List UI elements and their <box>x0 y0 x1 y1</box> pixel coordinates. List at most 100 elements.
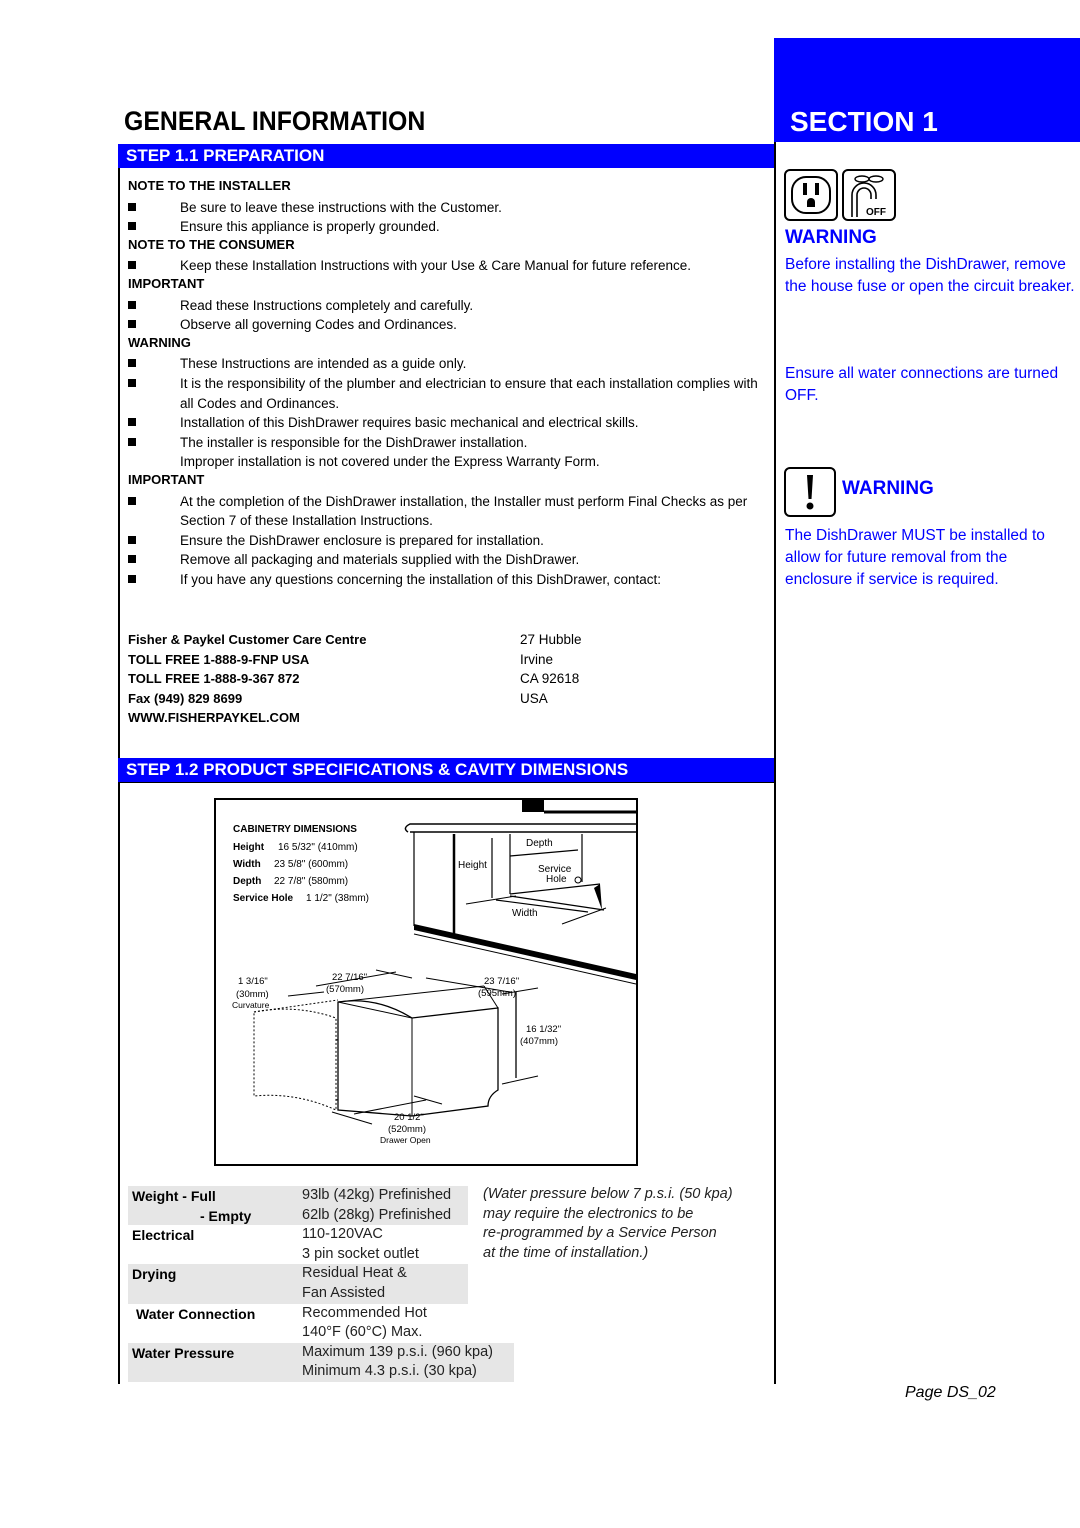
address-line: CA 92618 <box>520 671 580 687</box>
group-heading: NOTE TO THE CONSUMER <box>128 236 295 252</box>
bullet-icon <box>128 496 136 505</box>
warning-text: The DishDrawer MUST be installed to allo… <box>785 527 1045 588</box>
width-value: 23 7/16" <box>484 976 519 987</box>
bullet-icon <box>128 300 136 309</box>
bullet-icon <box>128 202 136 211</box>
warning-heading: WARNING <box>785 227 877 248</box>
open-label: Drawer Open <box>380 1135 431 1145</box>
bullet-icon <box>128 222 136 231</box>
spec-value: 62lb (28kg) Prefinished <box>302 1206 452 1223</box>
contact-block: Fisher & Paykel Customer Care Centre TOL… <box>128 630 366 728</box>
bullet-icon <box>128 359 136 368</box>
spec-row: Water Pressure Maximum 139 p.s.i. (960 kp… <box>128 1342 514 1382</box>
bullet-icon <box>128 418 136 427</box>
cab-height-label: Height <box>233 842 265 853</box>
warning-heading: WARNING <box>842 478 934 499</box>
page-title: GENERAL INFORMATION <box>124 106 426 136</box>
power-outlet-icon <box>784 169 838 221</box>
list-item: Installation of this DishDrawer requires… <box>128 413 768 433</box>
address-line: USA <box>520 690 548 706</box>
list-item-text: Improper installation is not covered und… <box>180 454 600 470</box>
curvature-label: Curvature <box>232 1000 270 1010</box>
tap-off-label: OFF <box>866 207 886 218</box>
list-item-text: Keep these Installation Instructions wit… <box>180 258 692 274</box>
list-item-text: Remove all packaging and materials suppl… <box>180 552 580 568</box>
spec-value: 140°F (60°C) Max. <box>302 1324 423 1341</box>
warning-text: Before installing the DishDrawer, remove… <box>785 256 1075 295</box>
water-pressure-note: (Water pressure below 7 p.s.i. (50 kpa) … <box>483 1185 733 1263</box>
list-item: If you have any questions concerning the… <box>128 570 768 590</box>
bullet-icon <box>128 379 136 387</box>
curvature-value: 1 3/16" <box>238 976 268 987</box>
spec-label: Electrical <box>132 1227 195 1244</box>
cavity-width-label: Width <box>512 908 538 919</box>
list-item-text: Installation of this DishDrawer requires… <box>180 415 639 431</box>
list-item: Ensure the DishDrawer enclosure is prepa… <box>128 531 768 551</box>
spec-value: Fan Assisted <box>302 1284 386 1301</box>
water-tap-off-icon: OFF <box>842 169 896 221</box>
list-item: Read these Instructions completely and c… <box>128 296 768 316</box>
spec-value: Minimum 4.3 p.s.i. (30 kpa) <box>302 1363 477 1380</box>
depth-value: 22 7/16" <box>332 972 367 983</box>
section-label: SECTION 1 <box>790 106 938 137</box>
note-line: at the time of installation.) <box>483 1244 649 1261</box>
list-item-text: At the completion of the DishDrawer inst… <box>180 493 748 529</box>
bullet-icon <box>128 437 136 446</box>
list-item-text: These Instructions are intended as a gui… <box>180 356 467 372</box>
cab-width-label: Width <box>233 859 261 870</box>
bullet-icon <box>128 320 136 329</box>
list-item: Improper installation is not covered und… <box>128 452 768 472</box>
list-item: At the completion of the DishDrawer inst… <box>128 492 768 531</box>
spec-label: Water Connection <box>136 1305 256 1322</box>
spec-value: 110-120VAC <box>302 1226 383 1243</box>
group-heading: IMPORTANT <box>128 472 205 487</box>
spec-label: - Empty <box>200 1207 252 1224</box>
width-mm: (595mm) <box>478 988 516 999</box>
divider-rule <box>774 142 776 1384</box>
address-line: 27 Hubble <box>520 632 582 647</box>
step-1-1-header: STEP 1.1 PREPARATION <box>118 144 774 168</box>
list-item: Observe all governing Codes and Ordinanc… <box>128 315 768 335</box>
spec-row: Electrical 110-120VAC 3 pin socket outlet <box>128 1225 468 1264</box>
spec-value: Recommended Hot <box>302 1304 427 1321</box>
spec-value: Maximum 139 p.s.i. (960 kpa) <box>302 1343 493 1360</box>
note-line: (Water pressure below 7 p.s.i. (50 kpa) <box>483 1186 733 1202</box>
list-item: These Instructions are intended as a gui… <box>128 354 768 374</box>
spec-label: Weight - Full <box>132 1188 216 1204</box>
address-block: 27 Hubble Irvine CA 92618 USA <box>520 630 582 708</box>
spec-value: 93lb (42kg) Prefinished <box>302 1187 452 1203</box>
bullet-icon <box>128 575 136 583</box>
group-heading: NOTE TO THE INSTALLER <box>128 178 291 193</box>
website-link[interactable]: WWW.FISHERPAYKEL.COM <box>128 708 366 728</box>
step-1-2-header: STEP 1.2 PRODUCT SPECIFICATIONS & CAVITY… <box>118 758 774 782</box>
open-value: 20 1/2" <box>394 1112 424 1123</box>
cavity-height-label: Height <box>458 860 487 871</box>
list-item: Remove all packaging and materials suppl… <box>128 550 768 570</box>
group-heading: IMPORTANT <box>128 276 205 291</box>
list-item-text: It is the responsibility of the plumber … <box>180 376 758 411</box>
spec-row: Weight - Full 93lb (42kg) Prefinished <box>128 1186 468 1206</box>
spec-row: - Empty 62lb (28kg) Prefinished <box>128 1205 468 1226</box>
contact-line: TOLL FREE 1-888-9-FNP USA <box>128 651 310 667</box>
spec-value: Residual Heat & <box>302 1265 407 1282</box>
list-item: Be sure to leave these instructions with… <box>128 198 768 218</box>
list-item: Keep these Installation Instructions wit… <box>128 256 768 276</box>
curvature-mm: (30mm) <box>236 989 269 1000</box>
cabinetry-title: CABINETRY DIMENSIONS <box>233 824 357 835</box>
note-line: re-programmed by a Service Person <box>483 1225 717 1242</box>
contact-line: Fax (949) 829 8699 <box>128 690 243 706</box>
height-mm: (407mm) <box>520 1036 558 1047</box>
spec-row: Drying Residual Heat & Fan Assisted <box>128 1264 468 1304</box>
bullet-icon <box>128 535 136 544</box>
divider <box>118 782 774 783</box>
cavity-depth-label: Depth <box>526 838 553 849</box>
list-item: It is the responsibility of the plumber … <box>128 374 768 413</box>
note-line: may require the electronics to be <box>483 1205 694 1222</box>
spec-row: Water Connection Recommended Hot 140°F (60… <box>128 1304 468 1343</box>
depth-mm: (570mm) <box>326 984 364 995</box>
address-line: Irvine <box>520 651 554 667</box>
group-heading: WARNING <box>128 334 191 350</box>
cab-service-value: 1 1/2" (38mm) <box>306 893 369 904</box>
cab-width-value: 23 5/8" (600mm) <box>274 859 348 870</box>
cab-depth-value: 22 7/8" (580mm) <box>274 876 348 887</box>
